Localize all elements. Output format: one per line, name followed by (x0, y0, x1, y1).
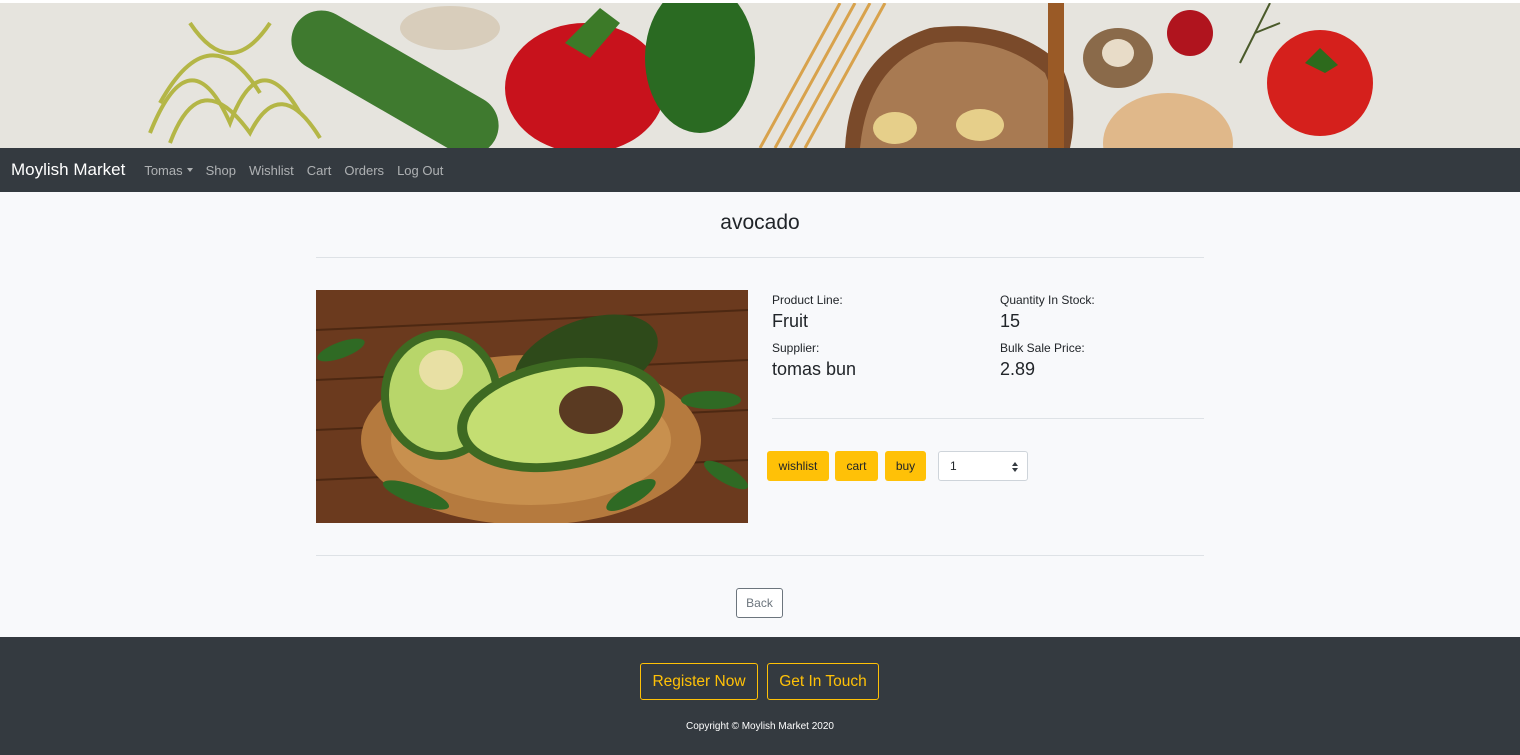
nav-shop[interactable]: Shop (206, 163, 236, 178)
nav-orders[interactable]: Orders (344, 163, 384, 178)
top-navbar: Moylish Market Tomas Shop Wishlist Cart … (0, 148, 1520, 192)
nav-logout[interactable]: Log Out (397, 163, 443, 178)
copyright-text: Copyright © Moylish Market 2020 (686, 721, 834, 732)
nav-user-label: Tomas (144, 162, 183, 178)
product-line-value: Fruit (772, 311, 808, 331)
register-now-button[interactable]: Register Now (640, 663, 758, 700)
product-image (316, 290, 748, 523)
price-value: 2.89 (1000, 359, 1036, 379)
get-in-touch-button[interactable]: Get In Touch (767, 663, 879, 700)
caret-down-icon (186, 168, 193, 172)
divider-bottom (316, 555, 1204, 556)
add-to-wishlist-button[interactable]: wishlist (767, 451, 829, 481)
brand-link[interactable]: Moylish Market (11, 160, 125, 180)
supplier-value: tomas bun (772, 359, 857, 379)
nav-wishlist[interactable]: Wishlist (249, 163, 294, 178)
product-title: avocado (720, 211, 800, 234)
quantity-label: Quantity In Stock: (1000, 293, 1095, 307)
back-button[interactable]: Back (736, 588, 783, 618)
divider-details (772, 418, 1204, 419)
nav-cart[interactable]: Cart (307, 163, 332, 178)
quantity-value: 15 (1000, 311, 1021, 331)
quantity-select-value: 1 (950, 459, 957, 473)
footer: Register Now Get In Touch Copyright © Mo… (0, 637, 1520, 755)
price-label: Bulk Sale Price: (1000, 341, 1085, 355)
quantity-select[interactable]: 1 (938, 451, 1028, 481)
divider-top (316, 257, 1204, 258)
buy-button[interactable]: buy (885, 451, 926, 481)
product-line-label: Product Line: (772, 293, 843, 307)
nav-user-dropdown[interactable]: Tomas (144, 162, 193, 178)
add-to-cart-button[interactable]: cart (835, 451, 878, 481)
supplier-label: Supplier: (772, 341, 820, 355)
header-banner-image (0, 0, 1520, 148)
select-arrows-icon (1012, 462, 1018, 472)
